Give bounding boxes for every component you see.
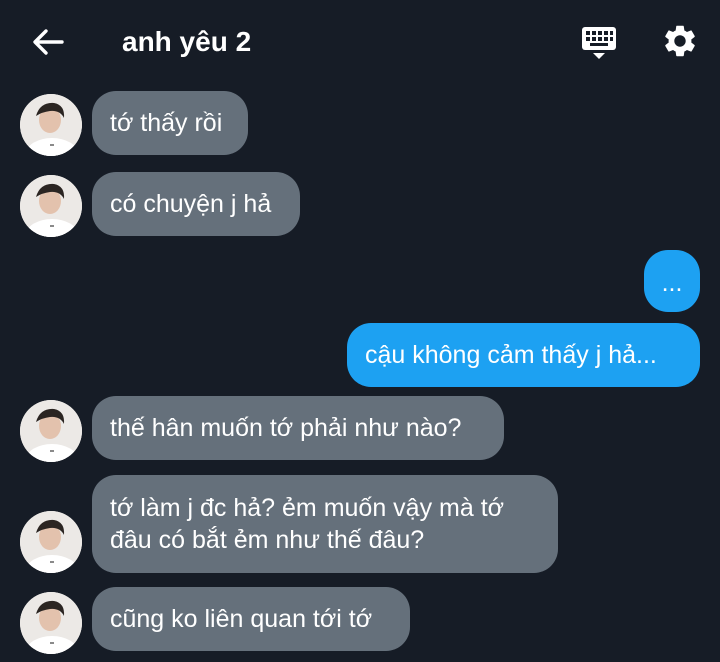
message-text: thế hân muốn tớ phải như nào? xyxy=(110,414,462,442)
message-text-line: tớ làm j đc hả? ẻm muốn vậy mà tớ xyxy=(110,494,505,522)
message-text: cũng ko liên quan tới tớ xyxy=(110,605,373,633)
chat-title: anh yêu 2 xyxy=(122,26,252,57)
avatar[interactable] xyxy=(20,94,82,156)
message-text: tớ thấy rồi xyxy=(110,109,223,137)
profile-photo xyxy=(20,94,82,156)
gear-icon xyxy=(665,25,695,57)
message-text: ... xyxy=(661,269,683,297)
arrow-left-icon xyxy=(33,29,64,55)
profile-photo xyxy=(20,400,82,462)
message-bubble-incoming[interactable]: thế hân muốn tớ phải như nào? xyxy=(92,396,504,460)
settings-button[interactable] xyxy=(661,22,699,60)
back-button[interactable] xyxy=(30,26,66,58)
avatar[interactable] xyxy=(20,511,82,573)
message-bubble-incoming[interactable]: tớ làm j đc hả? ẻm muốn vậy mà tớ đâu có… xyxy=(92,475,558,573)
message-bubble-outgoing[interactable]: ... xyxy=(644,250,700,312)
profile-photo xyxy=(20,175,82,237)
message-text: cậu không cảm thấy j hả... xyxy=(365,341,657,369)
message-text-line: đâu có bắt ẻm như thế đâu? xyxy=(110,526,425,554)
avatar[interactable] xyxy=(20,175,82,237)
profile-photo xyxy=(20,511,82,573)
avatar[interactable] xyxy=(20,400,82,462)
profile-photo xyxy=(20,592,82,654)
message-bubble-incoming[interactable]: cũng ko liên quan tới tớ xyxy=(92,587,410,651)
chat-header: anh yêu 2 xyxy=(0,0,720,84)
keyboard-button[interactable] xyxy=(580,24,618,62)
message-bubble-incoming[interactable]: có chuyện j hả xyxy=(92,172,300,236)
message-bubble-outgoing[interactable]: cậu không cảm thấy j hả... xyxy=(347,323,700,387)
message-bubble-incoming[interactable]: tớ thấy rồi xyxy=(92,91,248,155)
message-text: có chuyện j hả xyxy=(110,190,272,218)
avatar[interactable] xyxy=(20,592,82,654)
keyboard-icon xyxy=(582,27,616,59)
